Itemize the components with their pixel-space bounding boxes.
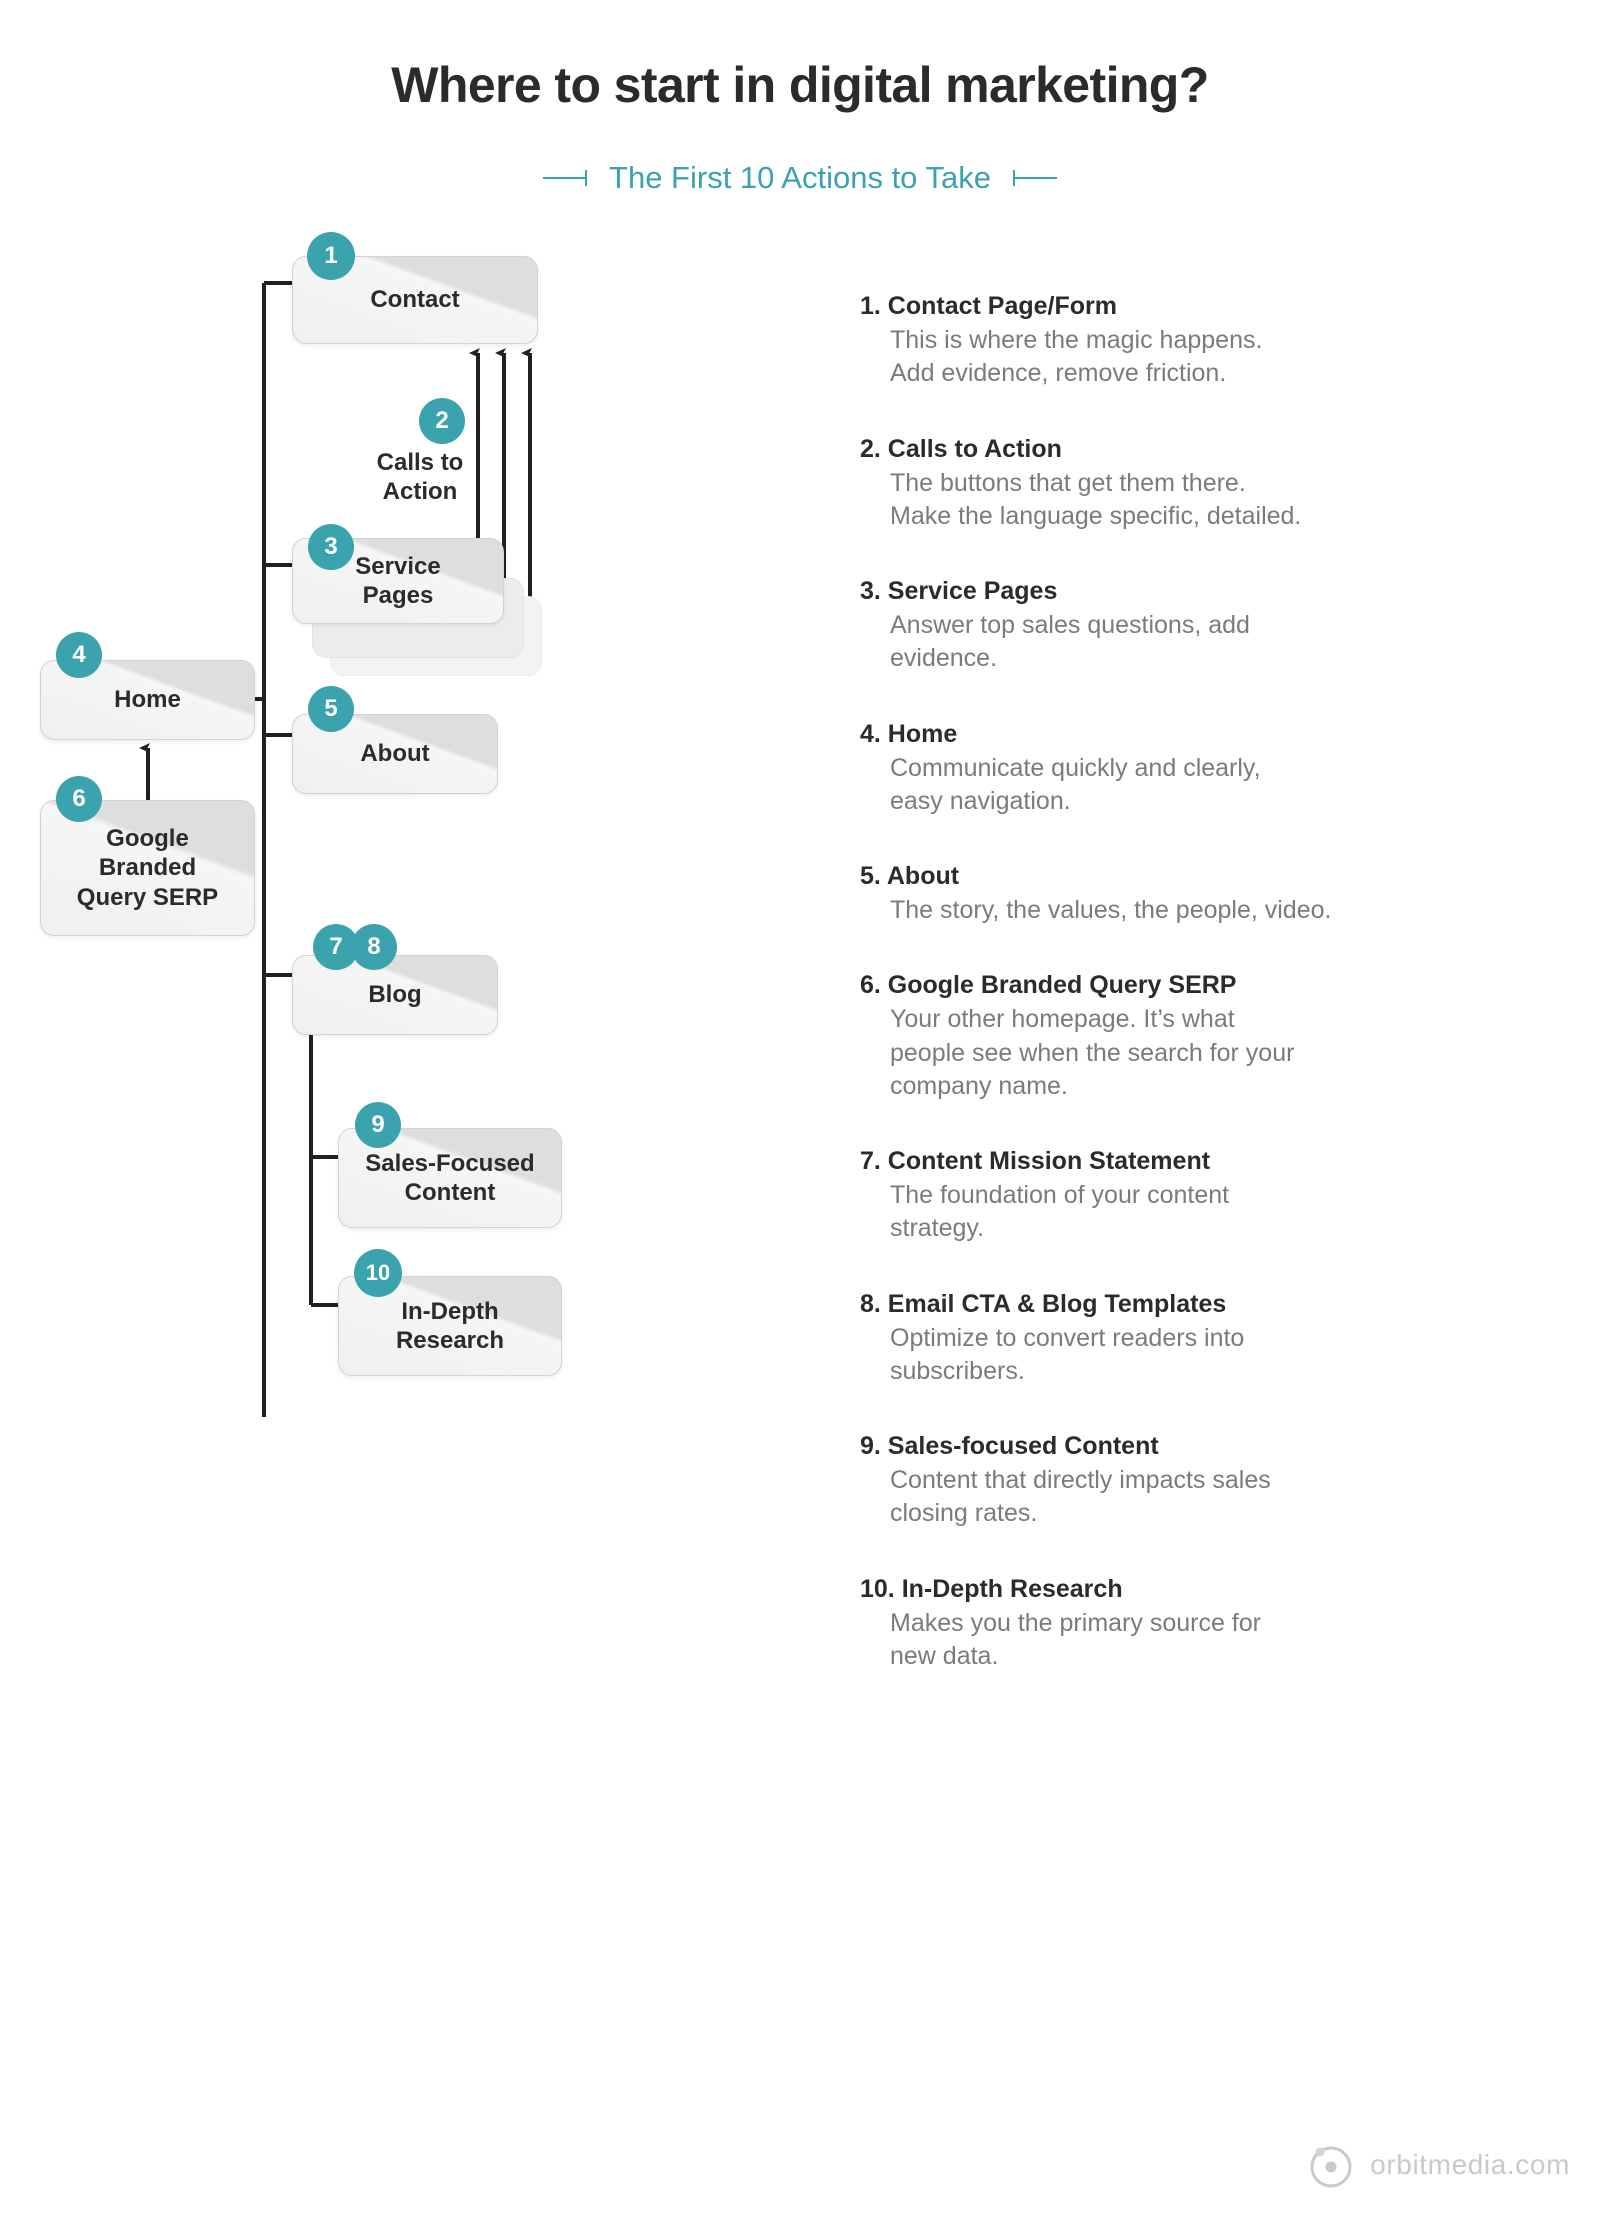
list-item-body-line: The foundation of your content [890, 1181, 1230, 1209]
list-item: 3. Service Pages Answer top sales questi… [860, 575, 1540, 676]
node-cta-label-line2: Action [382, 478, 458, 506]
node-sales-label-line1: Sales-Focused [365, 1149, 535, 1177]
list-item-body-line: company name. [890, 1071, 1068, 1100]
list-item: 7. Content Mission Statement The foundat… [860, 1145, 1540, 1246]
list-item-body-line: subscribers. [890, 1356, 1025, 1385]
list-item-body: Communicate quickly and clearly, easy na… [890, 752, 1540, 819]
list-item-heading: 7. Content Mission Statement [860, 1147, 1211, 1175]
list-item-body-line: Your other homepage. It’s what [890, 1005, 1235, 1034]
list-item-heading: 1. Contact Page/Form [860, 292, 1117, 320]
subtitle-rule-right-icon [1012, 170, 1057, 186]
node-service-label-line1: Service [355, 552, 441, 580]
badge-8: 8 [351, 924, 397, 970]
list-item-body-line: easy navigation. [890, 786, 1071, 815]
list-item-heading: 4. Home [860, 719, 958, 748]
list-item-heading: 10. In-Depth Research [860, 1574, 1123, 1603]
list-item-body-line: people see when the search for your [890, 1038, 1295, 1067]
list-item: 6. Google Branded Query SERP Your other … [860, 969, 1540, 1103]
list-item-body-line: The story, the values, the people, video… [890, 896, 1332, 924]
actions-list: 1. Contact Page/Form This is where the m… [860, 290, 1540, 1715]
footer-brand[interactable]: orbitmedia.com [1306, 2140, 1570, 2190]
infographic-page: Where to start in digital marketing? The… [0, 0, 1600, 2216]
footer-brand-text: orbitmedia.com [1370, 2149, 1570, 2180]
list-item: 8. Email CTA & Blog Templates Optimize t… [860, 1288, 1540, 1389]
list-item-body-line: Optimize to convert readers into [890, 1323, 1245, 1352]
list-item-body-line: closing rates. [890, 1499, 1038, 1528]
list-item-body: This is where the magic happens. Add evi… [890, 324, 1540, 391]
badge-2: 2 [419, 398, 465, 444]
list-item-body-line: evidence. [890, 644, 998, 673]
sitemap-diagram: Contact 1 Calls to Action 2 Service Page… [0, 0, 840, 2040]
list-item-heading: 3. Service Pages [860, 577, 1058, 605]
list-item-heading: 2. Calls to Action [860, 434, 1062, 463]
list-item-body-line: Answer top sales questions, add [890, 611, 1250, 639]
list-item-heading: 6. Google Branded Query SERP [860, 971, 1237, 1000]
badge-3: 3 [308, 524, 354, 570]
node-research-label-line2: Research [395, 1327, 505, 1354]
list-item-heading: 9. Sales-focused Content [860, 1432, 1159, 1460]
node-calls-to-action: Calls to Action [358, 448, 482, 507]
node-cta-label-line1: Calls to [376, 449, 464, 476]
list-item-body-line: Communicate quickly and clearly, [890, 753, 1261, 782]
list-item-body: Content that directly impacts sales clos… [890, 1464, 1540, 1531]
node-sales-label: Sales-Focused Content [355, 1149, 544, 1208]
list-item-body-line: strategy. [890, 1214, 985, 1243]
node-serp-label-line3: Query SERP [76, 883, 219, 911]
list-item-body: The story, the values, the people, video… [890, 894, 1540, 927]
list-item: 2. Calls to Action The buttons that get … [860, 433, 1540, 534]
node-service-pages-label: Service Pages [345, 552, 450, 611]
list-item-body: Optimize to convert readers into subscri… [890, 1322, 1540, 1389]
list-item-body: Answer top sales questions, add evidence… [890, 609, 1540, 676]
list-item-body-line: Content that directly impacts sales [890, 1466, 1271, 1494]
badge-1: 1 [307, 232, 355, 280]
list-item: 5. About The story, the values, the peop… [860, 860, 1540, 927]
node-research-label-line1: In-Depth [401, 1297, 499, 1325]
badge-5: 5 [308, 686, 354, 732]
node-home-label: Home [114, 686, 181, 714]
list-item-body-line: Add evidence, remove friction. [890, 359, 1227, 388]
list-item-body: Your other homepage. It’s what people se… [890, 1003, 1540, 1103]
node-serp-label-line2: Branded [98, 854, 197, 882]
badge-10: 10 [354, 1249, 402, 1297]
list-item: 1. Contact Page/Form This is where the m… [860, 290, 1540, 391]
node-about-label: About [360, 740, 430, 768]
node-serp-label-line1: Google [106, 825, 189, 853]
node-blog-label: Blog [368, 981, 422, 1009]
list-item-body-line: new data. [890, 1641, 999, 1670]
node-blog[interactable]: Blog [292, 955, 498, 1035]
list-item: 4. Home Communicate quickly and clearly,… [860, 718, 1540, 819]
list-item: 9. Sales-focused Content Content that di… [860, 1430, 1540, 1531]
list-item-body: Makes you the primary source for new dat… [890, 1607, 1540, 1674]
badge-9: 9 [355, 1102, 401, 1148]
node-research-label: In-Depth Research [386, 1297, 514, 1356]
list-item-body-line: Make the language specific, detailed. [890, 501, 1302, 530]
node-sales-label-line2: Content [404, 1179, 496, 1206]
list-item-body-line: Makes you the primary source for [890, 1608, 1261, 1637]
list-item-heading: 5. About [860, 862, 960, 890]
node-serp-label: Google Branded Query SERP [67, 824, 228, 912]
list-item-heading: 8. Email CTA & Blog Templates [860, 1289, 1227, 1318]
list-item-body: The buttons that get them there. Make th… [890, 467, 1540, 534]
badge-6: 6 [56, 776, 102, 822]
orbit-icon [1310, 2146, 1352, 2188]
badge-4: 4 [56, 632, 102, 678]
node-service-label-line2: Pages [362, 582, 434, 609]
list-item: 10. In-Depth Research Makes you the prim… [860, 1573, 1540, 1674]
node-contact-label: Contact [370, 286, 460, 314]
list-item-body-line: This is where the magic happens. [890, 326, 1263, 354]
list-item-body: The foundation of your content strategy. [890, 1179, 1540, 1246]
list-item-body-line: The buttons that get them there. [890, 468, 1246, 497]
